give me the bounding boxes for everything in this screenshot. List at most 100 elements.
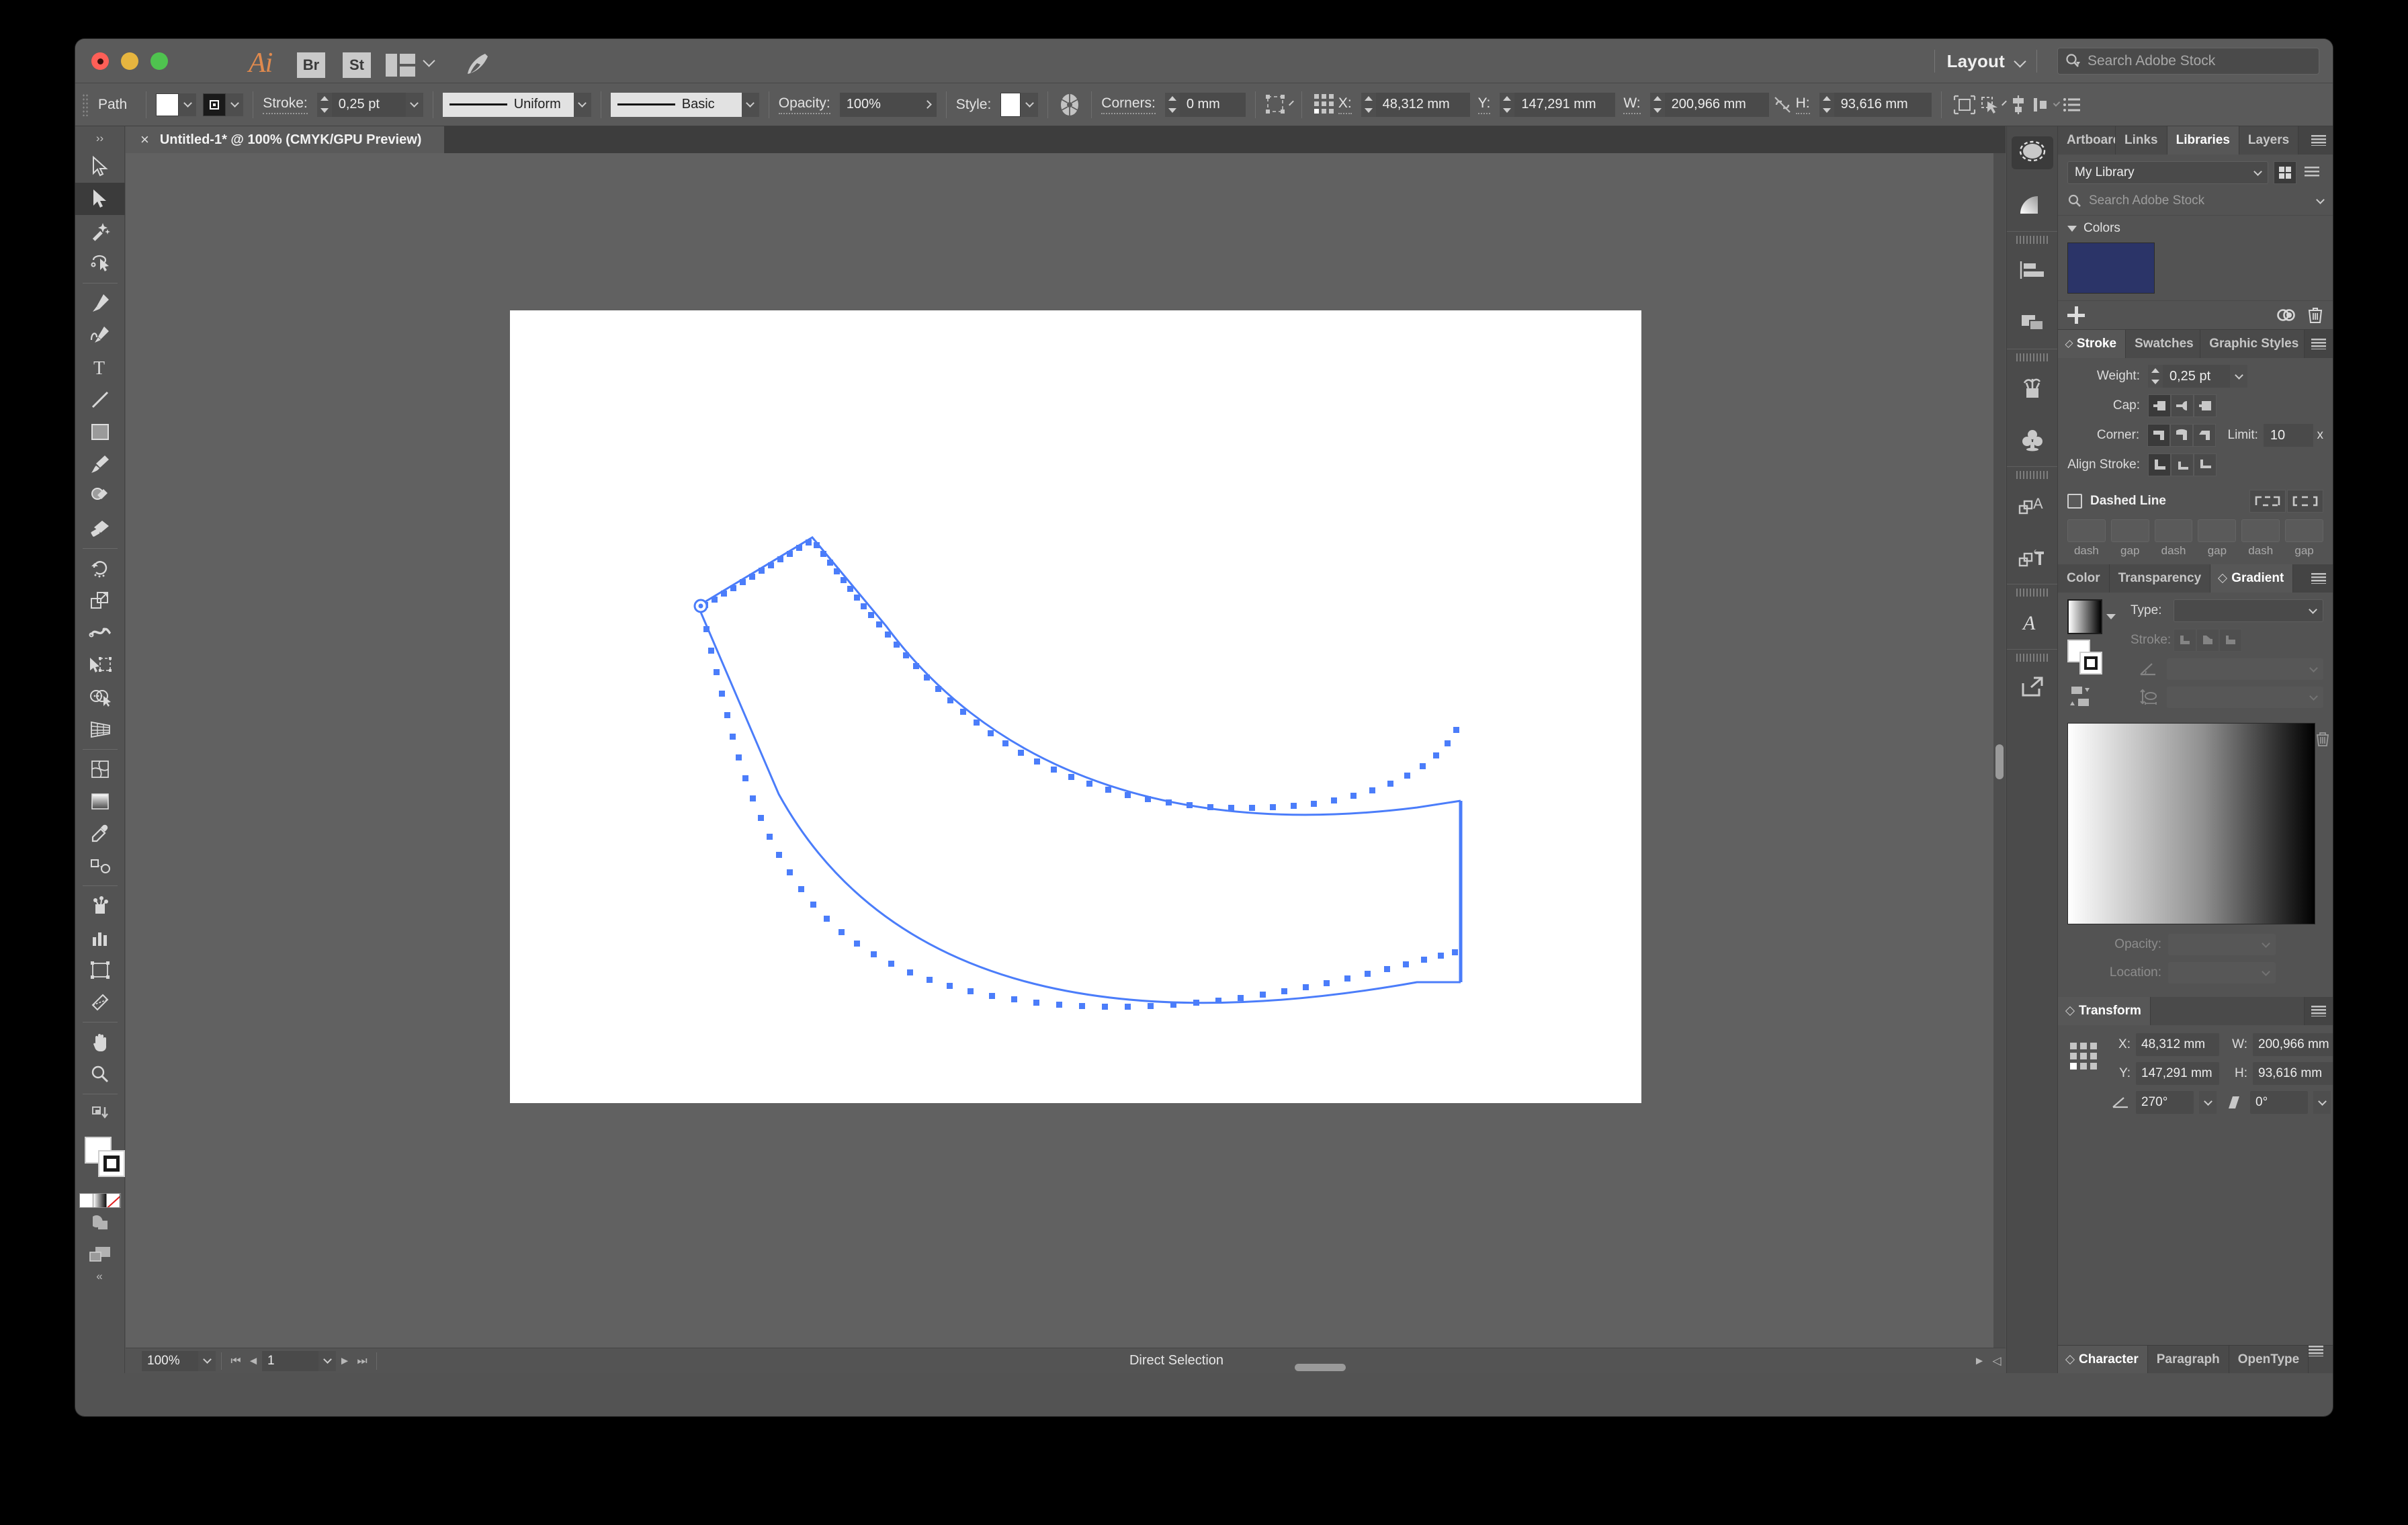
rotate-chevron-down-icon[interactable] (2199, 1091, 2217, 1114)
gradient-fan-icon[interactable] (2007, 179, 2058, 231)
gradient-panel-menu-icon[interactable] (2305, 564, 2333, 593)
arrange-chevron-down-icon[interactable] (423, 54, 435, 67)
curvature-tool[interactable] (75, 319, 125, 351)
gradient-opacity-field[interactable] (2168, 934, 2276, 955)
rotate-field[interactable]: 270° (2136, 1091, 2194, 1114)
brush-chevron-down-icon[interactable] (741, 92, 759, 117)
shear-field[interactable]: 0° (2250, 1091, 2308, 1114)
colors-group-header[interactable]: Colors (2058, 216, 2333, 240)
workspace-chevron-down-icon[interactable] (2014, 54, 2026, 68)
library-grid-view-button[interactable] (2274, 161, 2296, 184)
next-artboard-button[interactable]: ► (336, 1351, 353, 1371)
rocket-icon[interactable] (464, 51, 490, 78)
fill-chevron-down-icon[interactable] (179, 93, 197, 116)
horizontal-scroll-thumb[interactable] (1295, 1364, 1346, 1371)
maximize-window-button[interactable] (150, 52, 168, 70)
pen-tool[interactable] (75, 287, 125, 319)
zoom-chevron-down-icon[interactable] (198, 1350, 216, 1371)
selected-path-artwork[interactable] (510, 310, 1641, 1103)
scroll-left-icon[interactable]: ◁ (1988, 1351, 2006, 1371)
shear-chevron-down-icon[interactable] (2313, 1091, 2331, 1114)
weight-chevron-down-icon[interactable] (2230, 365, 2247, 388)
tools-collapse-button[interactable]: ›› (75, 126, 124, 150)
drawing-mode-icon[interactable] (75, 1208, 125, 1239)
align-outside-stroke-button[interactable] (2194, 453, 2217, 476)
tab-swatches[interactable]: Swatches (2126, 330, 2201, 358)
artboard[interactable] (510, 310, 1641, 1103)
gradient-slider[interactable] (2067, 723, 2315, 924)
paintbrush-tool[interactable] (75, 448, 125, 480)
x-field[interactable]: 48,312 mm (1375, 92, 1470, 117)
align-icon[interactable] (2007, 244, 2058, 296)
fill-swatch[interactable] (156, 93, 179, 116)
window-controls[interactable] (91, 52, 168, 70)
tab-transform[interactable]: Transform (2058, 997, 2151, 1025)
library-select[interactable]: My Library (2067, 161, 2268, 184)
library-panel-menu-icon[interactable] (2305, 126, 2333, 155)
weight-stepper[interactable] (2148, 365, 2163, 388)
limit-field[interactable]: 10 (2263, 424, 2313, 447)
projecting-cap-button[interactable] (2194, 394, 2217, 417)
rail-grip[interactable] (2016, 471, 2049, 479)
y-field[interactable]: 147,291 mm (1514, 92, 1616, 117)
rotate-tool[interactable] (75, 552, 125, 584)
profile-chevron-down-icon[interactable] (573, 92, 591, 117)
pathfinder-icon[interactable] (2007, 296, 2058, 349)
search-adobe-stock-input[interactable]: Search Adobe Stock (2057, 48, 2319, 75)
gradient-stroke-swatch[interactable] (2079, 652, 2102, 674)
direct-selection-tool[interactable] (75, 183, 125, 215)
align-to-selection-icon[interactable] (1951, 92, 1978, 118)
fill-stroke-swatches[interactable] (75, 1134, 125, 1189)
color-mode-swatches[interactable] (79, 1193, 121, 1208)
close-window-button[interactable] (91, 52, 109, 70)
tab-graphic-styles[interactable]: Graphic Styles (2200, 330, 2305, 358)
selection-marquee-icon[interactable] (2007, 126, 2058, 179)
rail-grip[interactable] (2016, 654, 2049, 662)
tab-gradient[interactable]: Gradient (2210, 564, 2294, 593)
style-chevron-down-icon[interactable] (1021, 92, 1039, 117)
hand-tool[interactable] (75, 1026, 125, 1058)
gradient-location-field[interactable] (2168, 962, 2276, 984)
control-bar-grip[interactable] (82, 93, 89, 116)
bevel-join-button[interactable] (2192, 424, 2216, 447)
none-mode-swatch[interactable] (107, 1194, 120, 1207)
gradient-mode-swatch[interactable] (93, 1194, 108, 1207)
slice-tool[interactable] (75, 986, 125, 1018)
align-horizontal-center-icon[interactable] (2005, 92, 2032, 118)
rail-grip[interactable] (2016, 236, 2049, 244)
gap-field-2[interactable] (2198, 519, 2237, 542)
w-field[interactable]: 200,966 mm (1664, 92, 1769, 117)
corners-field[interactable]: 0 mm (1179, 92, 1246, 117)
lasso-tool[interactable] (75, 247, 125, 279)
library-color-swatch[interactable] (2067, 243, 2155, 294)
w-stepper[interactable] (1649, 92, 1665, 117)
stock-button[interactable]: St (343, 52, 371, 78)
gradient-angle-field[interactable] (2167, 658, 2323, 680)
gradient-tool[interactable] (75, 785, 125, 818)
tab-links[interactable]: Links (2116, 126, 2167, 155)
zoom-tool[interactable] (75, 1058, 125, 1090)
miter-join-button[interactable] (2147, 424, 2170, 447)
blob-brush-tool[interactable] (75, 513, 125, 545)
opacity-flyout-icon[interactable] (918, 92, 937, 117)
tab-character[interactable]: Character (2058, 1346, 2148, 1373)
rail-grip[interactable] (2016, 589, 2049, 597)
tools-expand-button[interactable]: « (75, 1270, 124, 1283)
brushes-icon[interactable] (2007, 361, 2058, 414)
library-search-row[interactable]: Search Adobe Stock (2058, 189, 2333, 216)
workspace-switcher[interactable]: Layout (1947, 51, 2005, 72)
tab-layers[interactable]: Layers (2239, 126, 2299, 155)
preserve-dash-exact-button[interactable] (2249, 490, 2286, 513)
transform-reference-point[interactable] (2067, 1040, 2102, 1075)
glyphs-icon[interactable]: A (2007, 597, 2058, 649)
round-join-button[interactable] (2169, 424, 2193, 447)
gap-field-1[interactable] (2110, 519, 2149, 542)
transform-panel-menu-icon[interactable] (2305, 997, 2333, 1025)
symbols-icon[interactable] (2007, 414, 2058, 466)
stroke-chevron-down-icon[interactable] (226, 93, 244, 116)
vertical-scroll-thumb[interactable] (1995, 744, 2004, 779)
tab-opentype[interactable]: OpenType (2229, 1346, 2309, 1373)
add-to-library-icon[interactable] (2067, 306, 2085, 324)
character-styles-icon[interactable]: A (2007, 479, 2058, 531)
last-artboard-button[interactable]: ⏭ (353, 1351, 371, 1371)
